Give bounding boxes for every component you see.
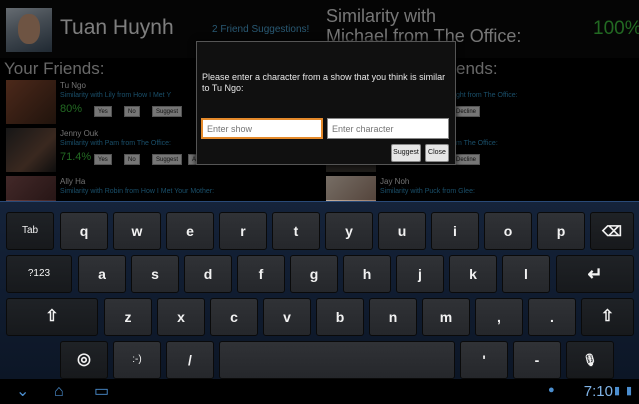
dialog-message: Please enter a character from a show tha… <box>202 72 446 93</box>
microphone-key[interactable]: 🎙 <box>566 341 614 379</box>
soft-keyboard: Tab q w e r t y u i o p ⌫ ?123 a s d f g… <box>0 201 639 379</box>
back-icon[interactable]: ⌄ <box>16 382 29 402</box>
backspace-icon: ⌫ <box>602 223 622 239</box>
character-input[interactable] <box>327 118 449 139</box>
key-slash[interactable]: / <box>166 341 214 379</box>
notification-dot-icon: ● <box>548 384 555 396</box>
recent-apps-icon[interactable]: ▭ <box>94 382 109 402</box>
home-icon[interactable]: ⌂ <box>54 382 64 402</box>
key-e[interactable]: e <box>166 212 214 250</box>
space-key[interactable] <box>219 341 455 379</box>
key-g[interactable]: g <box>290 255 338 293</box>
system-bar: ⌄ ⌂ ▭ ● 7:10 ▮ ▮ <box>0 380 639 404</box>
key-p[interactable]: p <box>537 212 585 250</box>
key-b[interactable]: b <box>316 298 364 336</box>
key-period[interactable]: . <box>528 298 576 336</box>
backspace-key[interactable]: ⌫ <box>590 212 634 250</box>
tab-key[interactable]: Tab <box>6 212 54 250</box>
enter-key[interactable]: ↵ <box>556 255 634 293</box>
close-button[interactable]: Close <box>425 144 449 162</box>
key-m[interactable]: m <box>422 298 470 336</box>
key-d[interactable]: d <box>184 255 232 293</box>
key-v[interactable]: v <box>263 298 311 336</box>
key-i[interactable]: i <box>431 212 479 250</box>
key-y[interactable]: y <box>325 212 373 250</box>
key-k[interactable]: k <box>449 255 497 293</box>
suggest-dialog: Please enter a character from a show tha… <box>196 41 456 165</box>
settings-icon: ◎ <box>77 351 91 368</box>
shift-key-left[interactable]: ⇧ <box>6 298 98 336</box>
key-u[interactable]: u <box>378 212 426 250</box>
shift-icon: ⇧ <box>45 308 59 325</box>
key-l[interactable]: l <box>502 255 550 293</box>
key-a[interactable]: a <box>78 255 126 293</box>
settings-key[interactable]: ◎ <box>60 341 108 379</box>
key-hyphen[interactable]: - <box>513 341 561 379</box>
key-n[interactable]: n <box>369 298 417 336</box>
suggest-button[interactable]: Suggest <box>391 144 421 162</box>
show-input[interactable] <box>201 118 323 139</box>
key-t[interactable]: t <box>272 212 320 250</box>
key-c[interactable]: c <box>210 298 258 336</box>
enter-icon: ↵ <box>587 264 603 284</box>
shift-key-right[interactable]: ⇧ <box>581 298 634 336</box>
smiley-key[interactable]: :-) <box>113 341 161 379</box>
battery-icon: ▮ <box>626 385 633 397</box>
clock: 7:10 <box>583 383 613 400</box>
shift-icon: ⇧ <box>600 308 615 325</box>
key-apostrophe[interactable]: ' <box>460 341 508 379</box>
key-r[interactable]: r <box>219 212 267 250</box>
symbols-key[interactable]: ?123 <box>6 255 72 293</box>
key-q[interactable]: q <box>60 212 108 250</box>
key-o[interactable]: o <box>484 212 532 250</box>
key-w[interactable]: w <box>113 212 161 250</box>
key-s[interactable]: s <box>131 255 179 293</box>
key-comma[interactable]: , <box>475 298 523 336</box>
microphone-icon: 🎙 <box>582 353 598 367</box>
key-h[interactable]: h <box>343 255 391 293</box>
key-j[interactable]: j <box>396 255 444 293</box>
key-z[interactable]: z <box>104 298 152 336</box>
key-f[interactable]: f <box>237 255 285 293</box>
key-x[interactable]: x <box>157 298 205 336</box>
signal-icon: ▮ <box>614 385 621 397</box>
